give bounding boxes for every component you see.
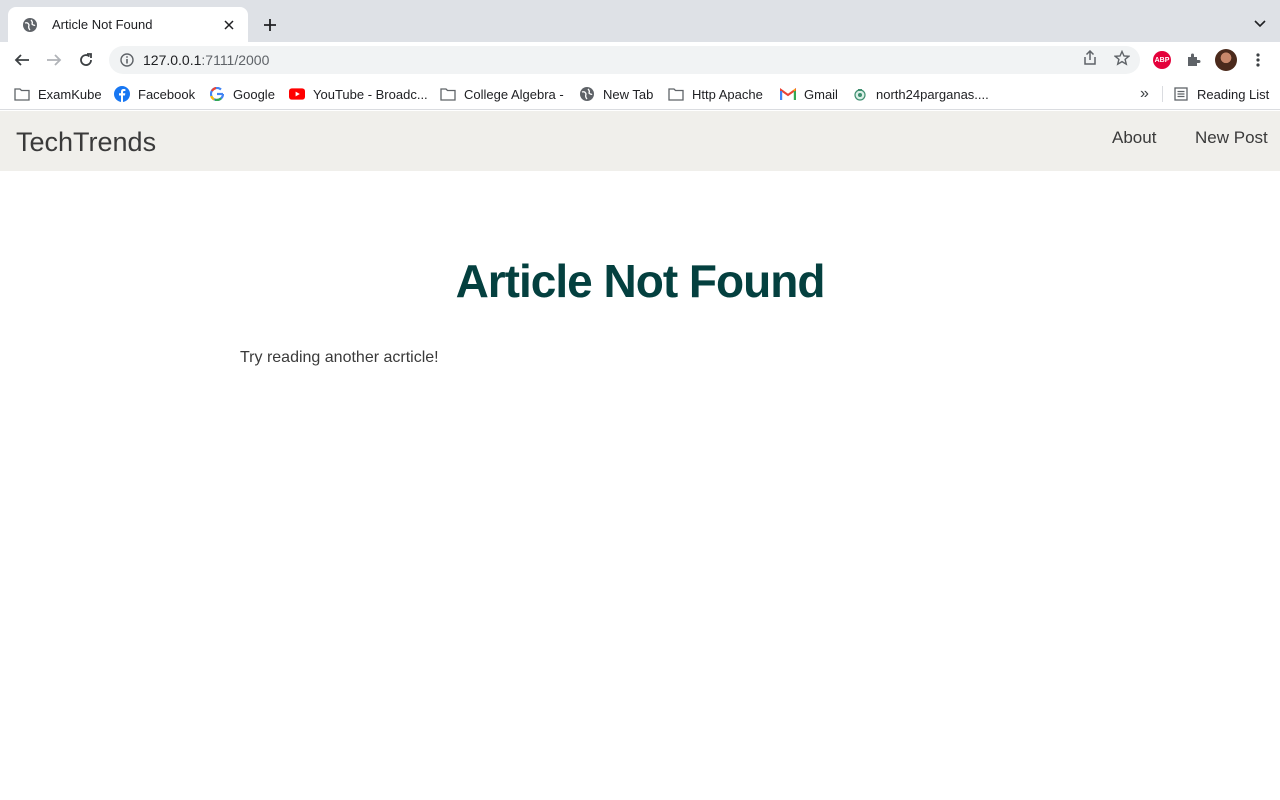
folder-icon	[14, 86, 30, 102]
bookmark-college-algebra[interactable]: College Algebra -	[440, 84, 564, 104]
nav-new-post-link[interactable]: New Post	[1195, 128, 1268, 148]
bookmark-star-button[interactable]	[1113, 49, 1131, 67]
not-found-message: Try reading another acrticle!	[240, 349, 439, 366]
url-path: :7111/2000	[201, 52, 270, 68]
tab-strip: Article Not Found	[0, 0, 1280, 42]
bookmark-examkube[interactable]: ExamKube	[14, 84, 102, 104]
bookmarks-bar: ExamKube Facebook Google YouTube - Broad…	[0, 78, 1280, 110]
bookmark-label: north24parganas....	[876, 86, 989, 102]
bookmark-label: Gmail	[804, 86, 838, 102]
bookmark-label: ExamKube	[38, 86, 102, 102]
avatar	[1215, 49, 1237, 71]
nav-about-link[interactable]: About	[1112, 128, 1156, 148]
share-icon	[1084, 50, 1096, 65]
menu-button[interactable]	[1248, 50, 1268, 70]
folder-icon	[668, 86, 684, 102]
google-icon	[209, 86, 225, 102]
bookmark-north24parganas[interactable]: north24parganas....	[852, 84, 989, 104]
facebook-icon	[114, 86, 130, 102]
bookmark-facebook[interactable]: Facebook	[114, 84, 195, 104]
globe-icon	[22, 17, 38, 33]
adblock-extension-button[interactable]: ABP	[1152, 50, 1172, 70]
tab-search-button[interactable]	[1252, 16, 1268, 32]
bookmark-google[interactable]: Google	[209, 84, 275, 104]
tab-title: Article Not Found	[52, 17, 153, 32]
site-brand[interactable]: TechTrends	[16, 127, 156, 158]
folder-icon	[440, 86, 456, 102]
reading-list-label: Reading List	[1197, 86, 1270, 102]
globe-icon	[579, 86, 595, 102]
star-icon	[1114, 50, 1130, 66]
bookmark-gmail[interactable]: Gmail	[780, 84, 838, 104]
emblem-icon	[852, 86, 868, 102]
bookmark-http-apache[interactable]: Http Apache	[668, 84, 763, 104]
gmail-icon	[780, 86, 796, 102]
close-icon[interactable]	[220, 16, 238, 34]
url-text: 127.0.0.1:7111/2000	[143, 52, 269, 68]
bookmark-label: New Tab	[603, 86, 654, 102]
bookmark-label: Http Apache	[692, 86, 763, 102]
address-bar[interactable]: 127.0.0.1:7111/2000	[109, 46, 1140, 74]
bookmark-label: YouTube - Broadc...	[313, 86, 428, 102]
reload-button[interactable]	[74, 48, 98, 72]
more-bookmarks-button[interactable]: »	[1140, 84, 1149, 104]
bookmarks-separator	[1162, 86, 1163, 102]
reading-list-button[interactable]: Reading List	[1173, 84, 1269, 104]
site-header: TechTrends About New Post	[0, 111, 1280, 171]
reading-list-icon	[1173, 86, 1189, 102]
share-button[interactable]	[1081, 49, 1099, 67]
kebab-menu-icon	[1256, 53, 1260, 67]
chevron-double-right-icon: »	[1140, 85, 1149, 102]
profile-button[interactable]	[1214, 48, 1238, 72]
forward-button[interactable]	[42, 48, 66, 72]
browser-tab[interactable]: Article Not Found	[8, 7, 248, 42]
extensions-button[interactable]	[1184, 50, 1204, 70]
new-tab-button[interactable]	[259, 14, 281, 36]
bookmark-label: College Algebra -	[464, 86, 564, 102]
bookmark-new-tab[interactable]: New Tab	[579, 84, 653, 104]
info-icon[interactable]	[119, 52, 135, 68]
bookmark-label: Google	[233, 86, 275, 102]
bookmark-label: Facebook	[138, 86, 196, 102]
plus-icon	[264, 19, 276, 31]
browser-toolbar: 127.0.0.1:7111/2000 ABP	[0, 42, 1280, 78]
youtube-icon	[289, 86, 305, 102]
url-host: 127.0.0.1	[143, 52, 202, 68]
chevron-down-icon	[1254, 20, 1266, 28]
arrow-left-icon	[14, 54, 29, 66]
arrow-right-icon	[47, 54, 62, 66]
abp-icon: ABP	[1153, 51, 1171, 69]
back-button[interactable]	[10, 48, 34, 72]
page-title: Article Not Found	[455, 255, 826, 307]
reload-icon	[80, 53, 92, 66]
puzzle-icon	[1188, 53, 1201, 66]
bookmark-youtube[interactable]: YouTube - Broadc...	[289, 84, 428, 104]
